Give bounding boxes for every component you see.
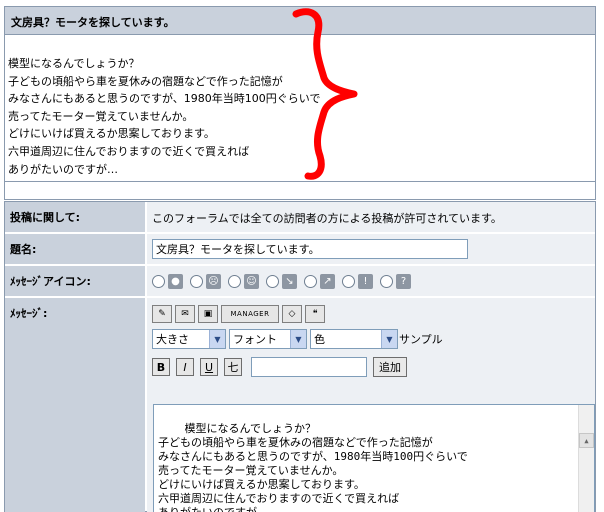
icon-radio-arrow-down[interactable] xyxy=(266,275,279,288)
color-select[interactable]: 色 ▼ xyxy=(310,329,398,349)
post-form: 投稿に関して: このフォーラムでは全ての訪問者の方による投稿が許可されています。… xyxy=(4,201,596,512)
subject-input[interactable] xyxy=(152,239,468,259)
manager-button[interactable]: MANAGER xyxy=(221,305,279,323)
sample-label: サンプル xyxy=(399,333,443,346)
question-icon: ? xyxy=(396,274,411,289)
font-select-value: フォント xyxy=(233,333,277,346)
mail-icon[interactable]: ✉ xyxy=(175,305,195,323)
icon-radio-smile[interactable] xyxy=(228,275,241,288)
underline-button[interactable]: U xyxy=(200,358,218,376)
size-select[interactable]: 大きさ ▼ xyxy=(152,329,226,349)
icon-radio-question[interactable] xyxy=(380,275,393,288)
arrow-up-right-icon: ↗ xyxy=(320,274,335,289)
image-icon[interactable]: ▣ xyxy=(198,305,218,323)
font-select[interactable]: フォント ▼ xyxy=(229,329,307,349)
chevron-down-icon: ▼ xyxy=(290,330,306,348)
icon-radio-exclaim[interactable] xyxy=(342,275,355,288)
posting-info-text: このフォーラムでは全ての訪問者の方による投稿が許可されています。 xyxy=(147,202,595,232)
icon-radio-arrow-up[interactable] xyxy=(304,275,317,288)
red-brace-annotation xyxy=(292,8,358,180)
add-button[interactable]: 追加 xyxy=(373,357,407,377)
chevron-down-icon: ▼ xyxy=(381,330,397,348)
manager-label: MANAGER xyxy=(230,310,270,318)
message-label: ﾒｯｾｰｼﾞ: xyxy=(5,298,145,512)
message-icon-cell: ● ☹ ☺ ↘ ↗ ! ? xyxy=(147,266,595,296)
message-textarea[interactable]: 模型になるんでしょうか？ 子どもの頃船やら車を夏休みの宿題などで作った記憶が み… xyxy=(153,404,595,512)
subject-cell xyxy=(147,234,595,264)
posting-info-label: 投稿に関して: xyxy=(5,202,145,232)
size-select-value: 大きさ xyxy=(156,333,189,346)
subject-label: 題名: xyxy=(5,234,145,264)
color-select-value: 色 xyxy=(314,333,325,346)
link-icon[interactable]: ✎ xyxy=(152,305,172,323)
smile-face-icon: ☺ xyxy=(244,274,259,289)
bold-button[interactable]: B xyxy=(152,358,170,376)
chevron-down-icon: ▼ xyxy=(209,330,225,348)
sad-face-icon: ☹ xyxy=(206,274,221,289)
exclamation-icon: ! xyxy=(358,274,373,289)
message-icon-label: ﾒｯｾｰｼﾞアイコン: xyxy=(5,266,145,296)
strike-button[interactable]: 七 xyxy=(224,358,242,376)
message-text: 模型になるんでしょうか？ 子どもの頃船やら車を夏休みの宿題などで作った記憶が み… xyxy=(158,422,468,512)
italic-button[interactable]: I xyxy=(176,358,194,376)
textarea-scrollbar[interactable]: ▲ xyxy=(578,405,594,512)
code-icon[interactable]: ◇ xyxy=(282,305,302,323)
url-input[interactable] xyxy=(251,357,367,377)
scroll-up-icon[interactable]: ▲ xyxy=(579,433,594,448)
icon-radio-none[interactable] xyxy=(152,275,165,288)
circle-icon: ● xyxy=(168,274,183,289)
preview-spacer xyxy=(4,182,596,200)
arrow-down-right-icon: ↘ xyxy=(282,274,297,289)
quote-icon[interactable]: ❝ xyxy=(305,305,325,323)
icon-radio-sad[interactable] xyxy=(190,275,203,288)
